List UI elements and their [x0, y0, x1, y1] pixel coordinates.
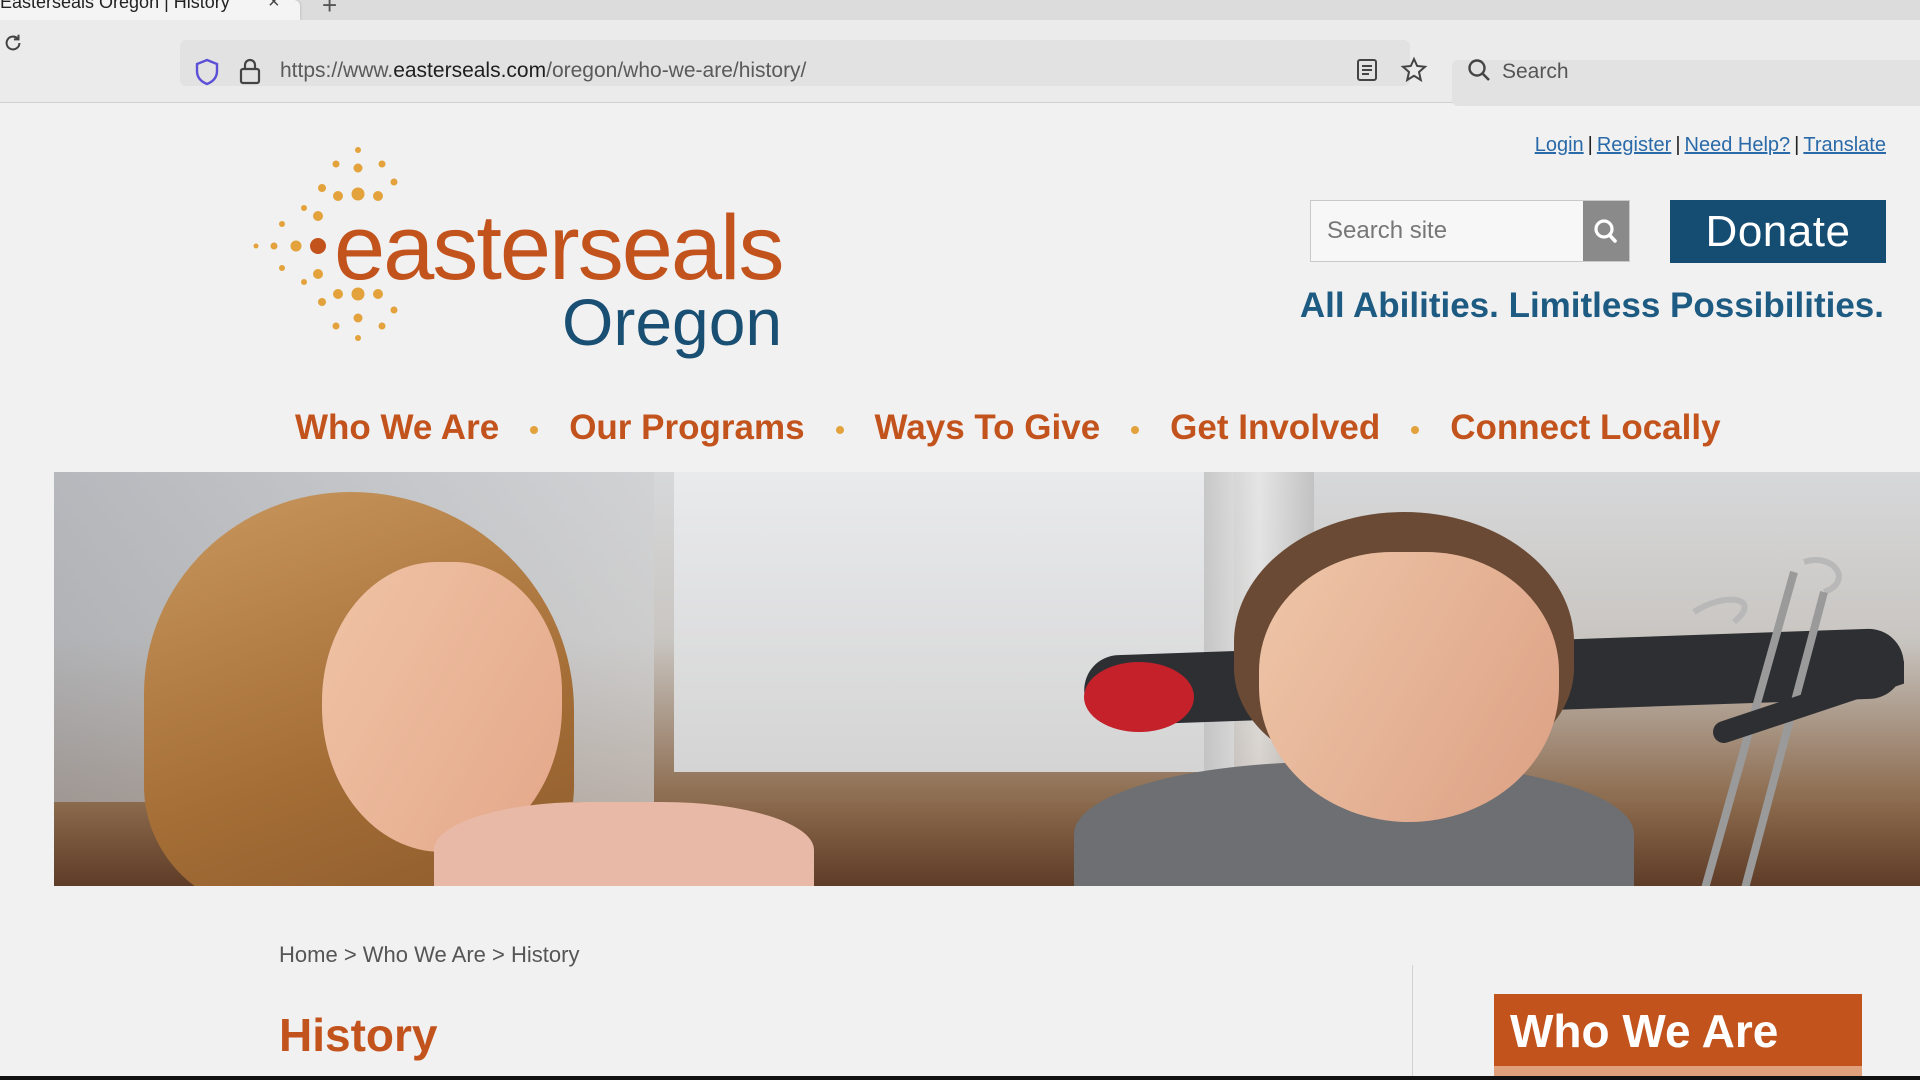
tab-title: Easterseals Oregon | History: [0, 0, 230, 12]
url-prefix: https://www.: [280, 59, 394, 82]
browser-search-label: Search: [1502, 60, 1569, 83]
nav-item-ways-to-give[interactable]: Ways To Give: [875, 408, 1101, 448]
nav-separator-dot: [1411, 425, 1420, 434]
magnifier-icon: [1594, 219, 1617, 243]
url-path: /oregon/who-we-are/history/: [546, 59, 807, 82]
nav-item-our-programs[interactable]: Our Programs: [569, 408, 804, 448]
main-nav: Who We Are Our Programs Ways To Give Get In…: [295, 408, 1721, 448]
tagline: All Abilities. Limitless Possibilities.: [1299, 286, 1884, 325]
screen-bottom-edge: [0, 1076, 1920, 1080]
utility-links: Login | Register | Need Help? | Translate: [1535, 134, 1886, 157]
site-search-button[interactable]: [1583, 201, 1629, 261]
wheelchair-red-pad: [1084, 662, 1194, 732]
shield-icon[interactable]: [194, 58, 220, 86]
link-separator: |: [1675, 134, 1681, 156]
content-divider: [1412, 965, 1413, 1080]
close-tab-icon[interactable]: ×: [268, 0, 280, 14]
link-separator: |: [1587, 134, 1593, 156]
sidebar-header[interactable]: Who We Are: [1494, 994, 1862, 1080]
nav-item-who-we-are[interactable]: Who We Are: [295, 408, 499, 448]
boy-face: [1259, 552, 1559, 822]
active-tab[interactable]: Easterseals Oregon | History ×: [0, 0, 300, 20]
reader-view-icon[interactable]: [1356, 58, 1378, 82]
reload-icon[interactable]: [2, 32, 24, 54]
nav-item-get-involved[interactable]: Get Involved: [1170, 408, 1380, 448]
donate-button[interactable]: Donate: [1670, 200, 1886, 263]
search-icon: [1468, 59, 1490, 81]
register-link[interactable]: Register: [1597, 134, 1671, 156]
nav-separator-dot: [530, 425, 539, 434]
url-domain: easterseals.com: [393, 59, 547, 82]
bookmark-star-icon[interactable]: [1400, 56, 1428, 84]
lock-icon[interactable]: [238, 57, 262, 85]
sidebar-title: Who We Are: [1510, 1005, 1779, 1057]
tab-strip: Easterseals Oregon | History × +: [0, 0, 1920, 20]
logo-subtitle[interactable]: Oregon: [562, 284, 782, 360]
nav-separator-dot: [1131, 425, 1140, 434]
breadcrumb-who-we-are[interactable]: Who We Are: [363, 942, 486, 967]
nav-separator-dot: [835, 425, 844, 434]
breadcrumb-separator: >: [492, 942, 505, 967]
need-help-link[interactable]: Need Help?: [1685, 134, 1791, 156]
breadcrumb-current: History: [511, 942, 580, 967]
wheelchair-frame: [1692, 557, 1904, 886]
nav-item-connect-locally[interactable]: Connect Locally: [1450, 408, 1720, 448]
woman-shirt: [434, 802, 814, 886]
translate-link[interactable]: Translate: [1803, 134, 1886, 156]
login-link[interactable]: Login: [1535, 134, 1584, 156]
new-tab-icon[interactable]: +: [322, 0, 337, 21]
site-search-input[interactable]: [1311, 201, 1581, 261]
hero-image: [54, 472, 1920, 886]
url-text[interactable]: https://www.easterseals.com/oregon/who-w…: [280, 59, 806, 83]
site-search: [1310, 200, 1630, 262]
page-title: History: [279, 1009, 438, 1061]
breadcrumb: Home > Who We Are > History: [279, 942, 579, 968]
breadcrumb-home[interactable]: Home: [279, 942, 338, 967]
breadcrumb-separator: >: [343, 942, 357, 967]
link-separator: |: [1794, 134, 1800, 156]
